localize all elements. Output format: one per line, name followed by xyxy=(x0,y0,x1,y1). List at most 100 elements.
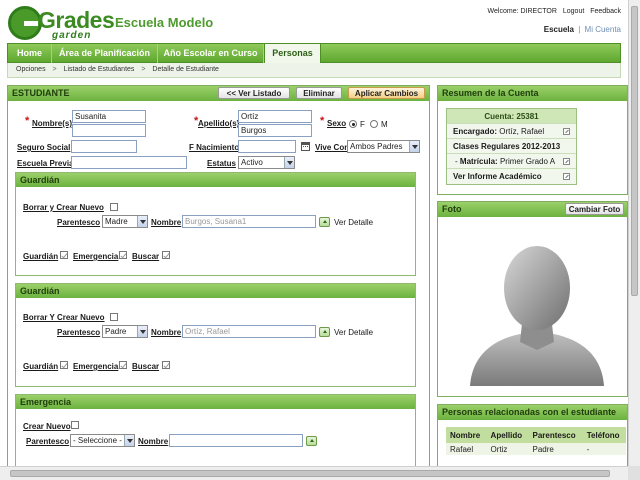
back-to-list-button[interactable]: << Ver Listado xyxy=(218,87,290,99)
enrollment-label: Matrícula: xyxy=(459,157,498,166)
manager-value: Ortíz, Rafael xyxy=(499,127,545,136)
ssn-label: Seguro Social xyxy=(17,143,71,152)
first-lastname-input[interactable]: Ortíz xyxy=(238,110,312,123)
emergency-name-input[interactable] xyxy=(169,434,303,447)
first-name-input[interactable]: Susanita xyxy=(72,110,146,123)
breadcrumb: Opciones > Listado de Estudiantes > Deta… xyxy=(7,63,621,78)
guardian-2-relation-select[interactable]: Padre xyxy=(102,325,148,338)
table-cell: - xyxy=(582,443,626,455)
apply-changes-button[interactable]: Aplicar Cambios xyxy=(348,87,425,99)
guardian-1-flag-emergency-checkbox[interactable] xyxy=(119,251,127,259)
student-panel: ESTUDIANTE << Ver Listado Eliminar Aplic… xyxy=(7,85,430,466)
lives-with-value: Ambos Padres xyxy=(350,142,403,151)
guardian-2-flag-pickup-checkbox[interactable] xyxy=(162,361,170,369)
chevron-down-icon xyxy=(124,435,134,446)
horizontal-scroll-thumb[interactable] xyxy=(10,470,610,477)
lives-with-select[interactable]: Ambos Padres xyxy=(347,140,420,153)
related-people-table: Nombre Apellido Parentesco Teléfono Rafa… xyxy=(446,427,626,455)
breadcrumb-separator: > xyxy=(52,66,57,73)
sex-label: Sexo xyxy=(327,119,347,128)
logout-link[interactable]: Logout xyxy=(563,8,584,15)
tab-planning-area[interactable]: Área de Planificación xyxy=(52,44,158,63)
horizontal-scrollbar[interactable] xyxy=(0,466,628,480)
sex-female-radio[interactable] xyxy=(349,120,357,128)
account-summary-panel: Resumen de la Cuenta Cuenta: 25381 Encar… xyxy=(437,85,628,195)
previous-school-input[interactable] xyxy=(71,156,187,169)
guardian-2-title: Guardián xyxy=(20,286,60,296)
birthdate-input[interactable] xyxy=(238,140,296,153)
emergency-title: Emergencia xyxy=(20,397,72,407)
guardian-2-flag-pickup-label: Buscar xyxy=(132,362,160,371)
guardian-1-go-icon[interactable] xyxy=(319,217,330,227)
column-header: Parentesco xyxy=(528,427,583,443)
enrollment-value: Primer Grado A xyxy=(499,157,556,166)
guardian-2-details-link[interactable]: Ver Detalle xyxy=(334,328,373,337)
emergency-relation-select[interactable]: - Seleccione - xyxy=(70,434,135,447)
account-summary-header: Resumen de la Cuenta xyxy=(438,86,627,101)
edit-icon[interactable] xyxy=(563,158,570,165)
breadcrumb-student-list[interactable]: Listado de Estudiantes xyxy=(64,66,135,73)
guardian-2-flag-emergency-label: Emergencia xyxy=(73,362,119,371)
breadcrumb-options[interactable]: Opciones xyxy=(16,66,46,73)
last-name-label: Apellido(s) xyxy=(198,119,240,128)
account-summary-title: Resumen de la Cuenta xyxy=(442,88,539,98)
account-summary-box: Cuenta: 25381 Encargado: Ortíz, Rafael C… xyxy=(446,108,577,185)
emergency-section: Emergencia Crear Nuevo Parentesco - Sele… xyxy=(15,394,416,466)
sex-female-label: F xyxy=(360,120,365,129)
status-select[interactable]: Activo xyxy=(238,156,295,169)
grades-garden-logo[interactable]: Grades garden xyxy=(8,6,115,41)
tab-people[interactable]: Personas xyxy=(264,44,321,64)
ssn-input[interactable] xyxy=(71,140,137,153)
guardian-1-name-input[interactable]: Burgos, Susana1 xyxy=(182,215,316,228)
calendar-icon[interactable] xyxy=(301,142,310,151)
edit-icon[interactable] xyxy=(563,128,570,135)
emergency-relation-value: - Seleccione - xyxy=(73,436,122,445)
delete-button[interactable]: Eliminar xyxy=(296,87,342,99)
scope-my-account-link[interactable]: Mi Cuenta xyxy=(585,25,621,34)
status-label: Estatus xyxy=(207,159,236,168)
student-panel-header: ESTUDIANTE << Ver Listado Eliminar Aplic… xyxy=(8,86,429,101)
main-nav: Home Área de Planificación Año Escolar e… xyxy=(7,43,621,64)
column-header: Teléfono xyxy=(582,427,626,443)
guardian-2-clear-checkbox[interactable] xyxy=(110,313,118,321)
sex-male-label: M xyxy=(381,120,388,129)
academic-report-row: Ver Informe Académico xyxy=(447,169,576,184)
sex-male-radio[interactable] xyxy=(370,120,378,128)
guardian-2-flag-guardian-checkbox[interactable] xyxy=(60,361,68,369)
tab-home[interactable]: Home xyxy=(8,44,52,63)
academic-report-link[interactable]: Ver Informe Académico xyxy=(453,172,542,181)
change-photo-button[interactable]: Cambiar Foto xyxy=(565,203,624,215)
guardian-1-details-link[interactable]: Ver Detalle xyxy=(334,218,373,227)
tab-current-school-year[interactable]: Año Escolar en Curso xyxy=(158,44,264,63)
second-name-input[interactable] xyxy=(72,124,146,137)
guardian-1-clear-checkbox[interactable] xyxy=(110,203,118,211)
emergency-header: Emergencia xyxy=(16,395,415,409)
welcome-text: Welcome: DIRECTOR xyxy=(487,8,557,15)
emergency-create-checkbox[interactable] xyxy=(71,421,79,429)
guardian-2-flag-emergency-checkbox[interactable] xyxy=(119,361,127,369)
guardian-2-name-label: Nombre xyxy=(151,328,182,337)
emergency-create-label: Crear Nuevo xyxy=(23,422,71,431)
table-row[interactable]: Rafael Ortiz Padre - xyxy=(446,443,626,455)
vertical-scroll-thumb[interactable] xyxy=(631,6,638,296)
table-header-row: Nombre Apellido Parentesco Teléfono xyxy=(446,427,626,443)
table-cell: Padre xyxy=(528,443,583,455)
edit-icon[interactable] xyxy=(563,173,570,180)
emergency-go-icon[interactable] xyxy=(306,436,317,446)
guardian-2-name-input[interactable]: Ortíz, Rafael xyxy=(182,325,316,338)
second-lastname-input[interactable]: Burgos xyxy=(238,124,312,137)
guardian-1-relation-select[interactable]: Madre xyxy=(102,215,148,228)
guardian-1-flag-guardian-checkbox[interactable] xyxy=(60,251,68,259)
vertical-scrollbar[interactable] xyxy=(628,0,640,466)
photo-title: Foto xyxy=(442,204,462,214)
enrollment-row: - Matrícula: Primer Grado A xyxy=(447,154,576,169)
photo-header: Foto Cambiar Foto xyxy=(438,202,627,217)
column-header: Nombre xyxy=(446,427,487,443)
scope-school-link[interactable]: Escuela xyxy=(544,25,574,34)
lives-with-label: Vive Con xyxy=(315,143,350,152)
feedback-link[interactable]: Feedback xyxy=(590,8,621,15)
guardian-2-go-icon[interactable] xyxy=(319,327,330,337)
manager-row: Encargado: Ortíz, Rafael xyxy=(447,124,576,139)
required-marker: * xyxy=(25,115,30,127)
guardian-1-flag-pickup-checkbox[interactable] xyxy=(162,251,170,259)
